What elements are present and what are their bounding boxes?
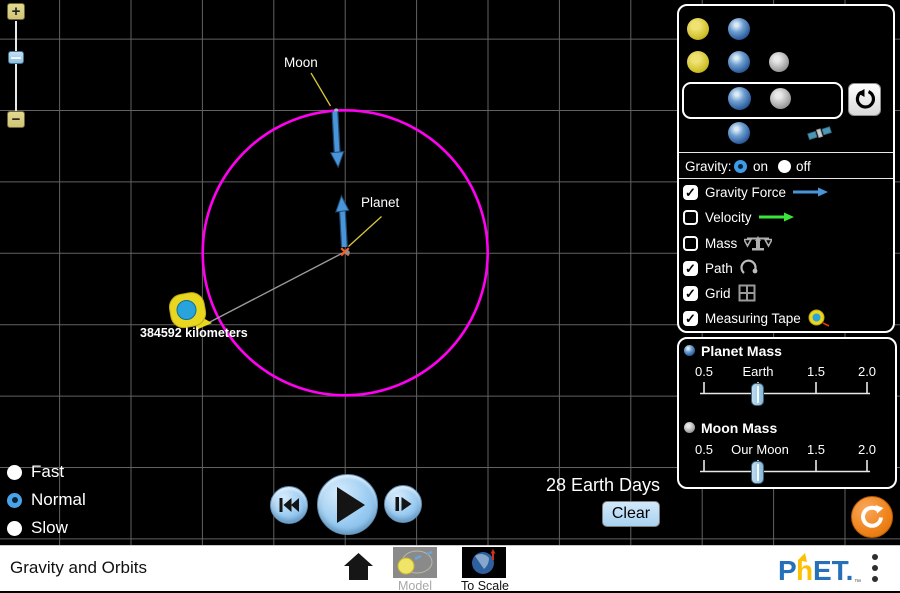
velocity-checkbox[interactable]: ✓ Velocity: [683, 206, 795, 228]
scenario2-moon-icon[interactable]: [769, 52, 789, 72]
reset-arrow-icon: [854, 89, 875, 110]
moon-label: Moon: [284, 55, 318, 70]
planet-label: Planet: [361, 195, 399, 210]
moon-mass-icon: [684, 422, 695, 433]
radio-icon: [7, 493, 22, 508]
mass-slider-tracks: [679, 339, 895, 487]
clear-button[interactable]: Clear: [602, 501, 660, 527]
measuring-tape-icon: [808, 309, 832, 328]
moon-tick-2.0: 2.0: [858, 442, 876, 457]
trademark: ™: [854, 579, 861, 586]
gravity-off-radio[interactable]: [778, 160, 791, 173]
mass-label: Mass: [705, 236, 737, 251]
speed-slow-label: Slow: [31, 518, 68, 538]
planet-body[interactable]: [345, 250, 350, 255]
scenario3-moon-icon[interactable]: [770, 88, 791, 109]
gravity-label: Gravity:: [685, 159, 732, 174]
moon-tick-1.5: 1.5: [807, 442, 825, 457]
reset-all-icon: [859, 504, 885, 530]
speed-normal-radio[interactable]: Normal: [7, 492, 86, 508]
divider: [679, 178, 893, 179]
zoom-slider-track[interactable]: [15, 21, 17, 111]
grid-checkbox[interactable]: ✓ Grid: [683, 282, 756, 304]
divider: [679, 152, 893, 153]
speed-normal-label: Normal: [31, 490, 86, 510]
moon-mass-title: Moon Mass: [701, 420, 777, 436]
speed-fast-label: Fast: [31, 462, 64, 482]
navigation-bar: Gravity and Orbits Model To Scale P h ET…: [0, 545, 900, 591]
time-readout: 28 Earth Days: [520, 475, 660, 496]
scenario3-earth-icon[interactable]: [728, 87, 751, 110]
tab-to-scale-thumbnail[interactable]: [462, 547, 506, 578]
reset-all-button[interactable]: [851, 496, 893, 538]
green-arrow-icon: [759, 212, 795, 222]
grid-label: Grid: [705, 286, 731, 301]
phet-logo[interactable]: P h ET. ™: [778, 553, 862, 587]
checkbox-icon: ✓: [683, 311, 698, 326]
control-panel: Gravity: on off ✓ Gravity Force ✓ Veloci…: [677, 4, 895, 333]
checkbox-icon: ✓: [683, 210, 698, 225]
moon-label-line: [311, 73, 331, 106]
gravity-force-checkbox[interactable]: ✓ Gravity Force: [683, 181, 829, 203]
gravity-off-label[interactable]: off: [796, 159, 811, 174]
reset-scenario-button[interactable]: [848, 83, 881, 116]
scenario4-earth-icon[interactable]: [728, 122, 750, 144]
scenario2-sun-icon[interactable]: [687, 51, 709, 73]
moon-gravity-arrow: [331, 112, 344, 168]
checkbox-icon: ✓: [683, 286, 698, 301]
step-forward-button[interactable]: [384, 485, 422, 523]
measuring-tape-body[interactable]: [167, 291, 212, 330]
planet-mass-slider-thumb[interactable]: [751, 383, 764, 406]
scenario2-earth-icon[interactable]: [728, 51, 750, 73]
moon-tick-our-moon: Our Moon: [731, 442, 789, 457]
zoom-out-button[interactable]: −: [7, 111, 25, 128]
speed-slow-radio[interactable]: Slow: [7, 520, 68, 536]
phet-logo-p: P: [778, 555, 797, 586]
path-label: Path: [705, 261, 733, 276]
gravity-on-label[interactable]: on: [753, 159, 768, 174]
moon-mass-slider-thumb[interactable]: [751, 461, 764, 484]
checkbox-icon: ✓: [683, 261, 698, 276]
step-forward-icon: [395, 496, 412, 512]
mass-checkbox[interactable]: ✓ Mass: [683, 232, 772, 254]
velocity-label: Velocity: [705, 210, 752, 225]
radio-icon: [7, 521, 22, 536]
measuring-tape-readout: 384592 kilometers: [140, 326, 248, 340]
sim-title: Gravity and Orbits: [10, 558, 147, 578]
radio-icon: [7, 465, 22, 480]
home-button[interactable]: [343, 552, 374, 581]
blue-arrow-icon: [793, 187, 829, 197]
planet-label-line: [349, 217, 382, 247]
measuring-tape-checkbox[interactable]: ✓ Measuring Tape: [683, 307, 832, 329]
menu-kebab-icon[interactable]: [868, 554, 882, 586]
play-icon: [337, 487, 365, 523]
rewind-button[interactable]: [270, 486, 308, 524]
checkbox-icon: ✓: [683, 185, 698, 200]
moon-tick-0.5: 0.5: [695, 442, 713, 457]
planet-gravity-arrow: [336, 196, 349, 247]
scenario-selected-highlight: [682, 82, 843, 119]
phet-logo-et: ET.: [813, 555, 853, 586]
checkbox-icon: ✓: [683, 236, 698, 251]
tab-model-thumbnail[interactable]: [393, 547, 437, 578]
mass-scale-icon: [744, 235, 772, 252]
gravity-force-label: Gravity Force: [705, 185, 786, 200]
measuring-tape-line[interactable]: [209, 252, 345, 323]
path-icon: [740, 259, 760, 277]
rewind-icon: [279, 497, 299, 513]
zoom-slider-thumb[interactable]: [8, 51, 24, 64]
zoom-in-button[interactable]: +: [7, 3, 25, 20]
play-button[interactable]: [317, 474, 378, 535]
scenario1-sun-icon[interactable]: [687, 18, 709, 40]
scenario1-earth-icon[interactable]: [728, 18, 750, 40]
mass-panel: Planet Mass 0.5 Earth 1.5 2.0 Moon Mass …: [677, 337, 897, 489]
grid-icon: [738, 284, 756, 302]
scenario4-satellite-icon[interactable]: [807, 125, 833, 142]
path-checkbox[interactable]: ✓ Path: [683, 257, 760, 279]
gravity-on-radio[interactable]: [734, 160, 747, 173]
speed-fast-radio[interactable]: Fast: [7, 464, 64, 480]
measuring-tape-label: Measuring Tape: [705, 311, 801, 326]
